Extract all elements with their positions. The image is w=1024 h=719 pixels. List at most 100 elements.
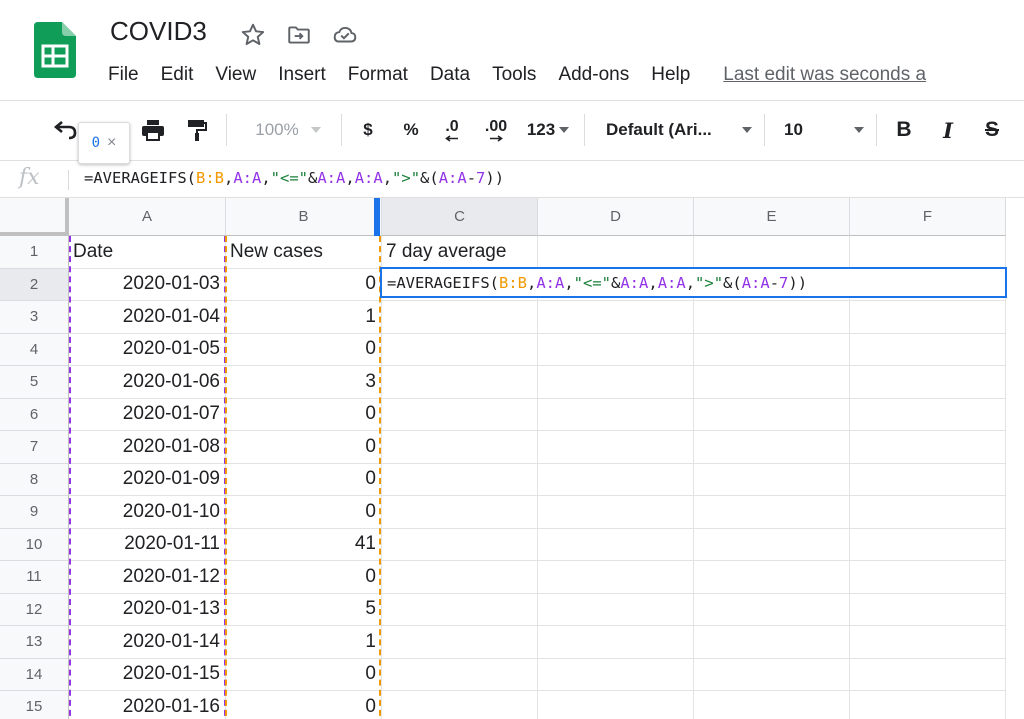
row-header[interactable]: 12 xyxy=(0,593,69,626)
cell-date[interactable]: 2020-01-10 xyxy=(69,496,226,529)
row-header[interactable]: 13 xyxy=(0,626,69,659)
cell-date[interactable]: 2020-01-16 xyxy=(69,691,226,719)
cell-date[interactable]: 2020-01-15 xyxy=(69,658,226,691)
cell-empty[interactable] xyxy=(538,626,694,659)
menu-edit[interactable]: Edit xyxy=(161,63,194,87)
document-title[interactable]: COVID3 xyxy=(110,16,207,47)
cell-empty[interactable] xyxy=(850,366,1006,399)
cell-a1[interactable]: Date xyxy=(69,236,226,269)
menu-file[interactable]: File xyxy=(108,63,139,87)
row-header[interactable]: 2 xyxy=(0,268,69,301)
row-header[interactable]: 7 xyxy=(0,431,69,464)
row-header[interactable]: 10 xyxy=(0,528,69,561)
strikethrough-button[interactable]: S xyxy=(978,114,1006,146)
row-header[interactable]: 11 xyxy=(0,561,69,594)
menu-view[interactable]: View xyxy=(215,63,256,87)
cell-empty[interactable] xyxy=(850,626,1006,659)
cell-empty[interactable] xyxy=(850,691,1006,719)
cell-average[interactable] xyxy=(382,691,538,719)
cell-empty[interactable] xyxy=(850,658,1006,691)
menu-addons[interactable]: Add-ons xyxy=(558,63,629,87)
more-formats-button[interactable]: 123 xyxy=(522,114,574,146)
column-header-b[interactable]: B xyxy=(226,198,382,236)
cell-new-cases[interactable]: 0 xyxy=(226,333,382,366)
cell-date[interactable]: 2020-01-06 xyxy=(69,366,226,399)
cell-date[interactable]: 2020-01-07 xyxy=(69,398,226,431)
cell-average[interactable] xyxy=(382,528,538,561)
menu-insert[interactable]: Insert xyxy=(278,63,326,87)
cell-empty[interactable] xyxy=(538,398,694,431)
cell-empty[interactable] xyxy=(538,333,694,366)
star-icon[interactable] xyxy=(240,22,266,48)
cell-new-cases[interactable]: 0 xyxy=(226,431,382,464)
cell-new-cases[interactable]: 1 xyxy=(226,626,382,659)
zoom-select[interactable]: 100% xyxy=(246,114,330,146)
cell-date[interactable]: 2020-01-03 xyxy=(69,268,226,301)
cell-average[interactable] xyxy=(382,431,538,464)
cell-c1[interactable]: 7 day average xyxy=(382,236,538,269)
menu-tools[interactable]: Tools xyxy=(492,63,536,87)
menu-data[interactable]: Data xyxy=(430,63,470,87)
cell-empty[interactable] xyxy=(538,431,694,464)
cell-average[interactable] xyxy=(382,561,538,594)
column-header-f[interactable]: F xyxy=(850,198,1006,236)
menu-help[interactable]: Help xyxy=(651,63,690,87)
cell-average[interactable] xyxy=(382,301,538,334)
cell-empty[interactable] xyxy=(850,301,1006,334)
cell-new-cases[interactable]: 0 xyxy=(226,268,382,301)
cell-empty[interactable] xyxy=(694,496,850,529)
cell-average[interactable] xyxy=(382,593,538,626)
cell-new-cases[interactable]: 0 xyxy=(226,398,382,431)
cell-average[interactable] xyxy=(382,333,538,366)
print-button[interactable] xyxy=(138,114,168,146)
cell-empty[interactable] xyxy=(694,528,850,561)
font-size-select[interactable]: 10 xyxy=(784,114,864,146)
cell-empty[interactable] xyxy=(850,593,1006,626)
cell-empty[interactable] xyxy=(850,528,1006,561)
cell-empty[interactable] xyxy=(694,691,850,719)
row-header[interactable]: 6 xyxy=(0,398,69,431)
row-header[interactable]: 14 xyxy=(0,658,69,691)
cell-empty[interactable] xyxy=(538,301,694,334)
column-header-e[interactable]: E xyxy=(694,198,850,236)
cell-empty[interactable] xyxy=(538,658,694,691)
last-edit-link[interactable]: Last edit was seconds a xyxy=(723,63,926,87)
cell-new-cases[interactable]: 5 xyxy=(226,593,382,626)
cell-date[interactable]: 2020-01-09 xyxy=(69,463,226,496)
cell-empty[interactable] xyxy=(538,593,694,626)
cell-empty[interactable] xyxy=(694,561,850,594)
row-header[interactable]: 15 xyxy=(0,691,69,719)
cell-empty[interactable] xyxy=(538,496,694,529)
cell-new-cases[interactable]: 0 xyxy=(226,561,382,594)
active-cell-c2[interactable]: =AVERAGEIFS(B:B,A:A,"<="&A:A,A:A,">"&(A:… xyxy=(380,267,1007,298)
row-header[interactable]: 8 xyxy=(0,463,69,496)
cell-empty[interactable] xyxy=(538,561,694,594)
cell-empty[interactable] xyxy=(694,398,850,431)
close-icon[interactable]: × xyxy=(107,134,116,152)
cell-empty[interactable] xyxy=(694,463,850,496)
cell-new-cases[interactable]: 0 xyxy=(226,496,382,529)
decrease-decimal-button[interactable]: .0 xyxy=(438,114,466,146)
cell-new-cases[interactable]: 1 xyxy=(226,301,382,334)
row-header[interactable]: 9 xyxy=(0,496,69,529)
cell-empty[interactable] xyxy=(538,366,694,399)
increase-decimal-button[interactable]: .00 xyxy=(478,114,514,146)
paint-format-button[interactable] xyxy=(182,114,212,146)
cell-empty[interactable] xyxy=(694,431,850,464)
cell-new-cases[interactable]: 41 xyxy=(226,528,382,561)
cell-new-cases[interactable]: 0 xyxy=(226,658,382,691)
column-header-d[interactable]: D xyxy=(538,198,694,236)
cell-empty[interactable] xyxy=(694,366,850,399)
menu-format[interactable]: Format xyxy=(348,63,408,87)
percent-format-button[interactable]: % xyxy=(398,114,424,146)
cell-empty[interactable] xyxy=(850,496,1006,529)
font-family-select[interactable]: Default (Ari... xyxy=(606,114,752,146)
cell-new-cases[interactable]: 0 xyxy=(226,691,382,719)
cell-new-cases[interactable]: 3 xyxy=(226,366,382,399)
cell-average[interactable] xyxy=(382,496,538,529)
cell-e1[interactable] xyxy=(694,236,850,269)
row-header[interactable]: 4 xyxy=(0,333,69,366)
cell-date[interactable]: 2020-01-05 xyxy=(69,333,226,366)
cell-date[interactable]: 2020-01-14 xyxy=(69,626,226,659)
cell-average[interactable] xyxy=(382,463,538,496)
